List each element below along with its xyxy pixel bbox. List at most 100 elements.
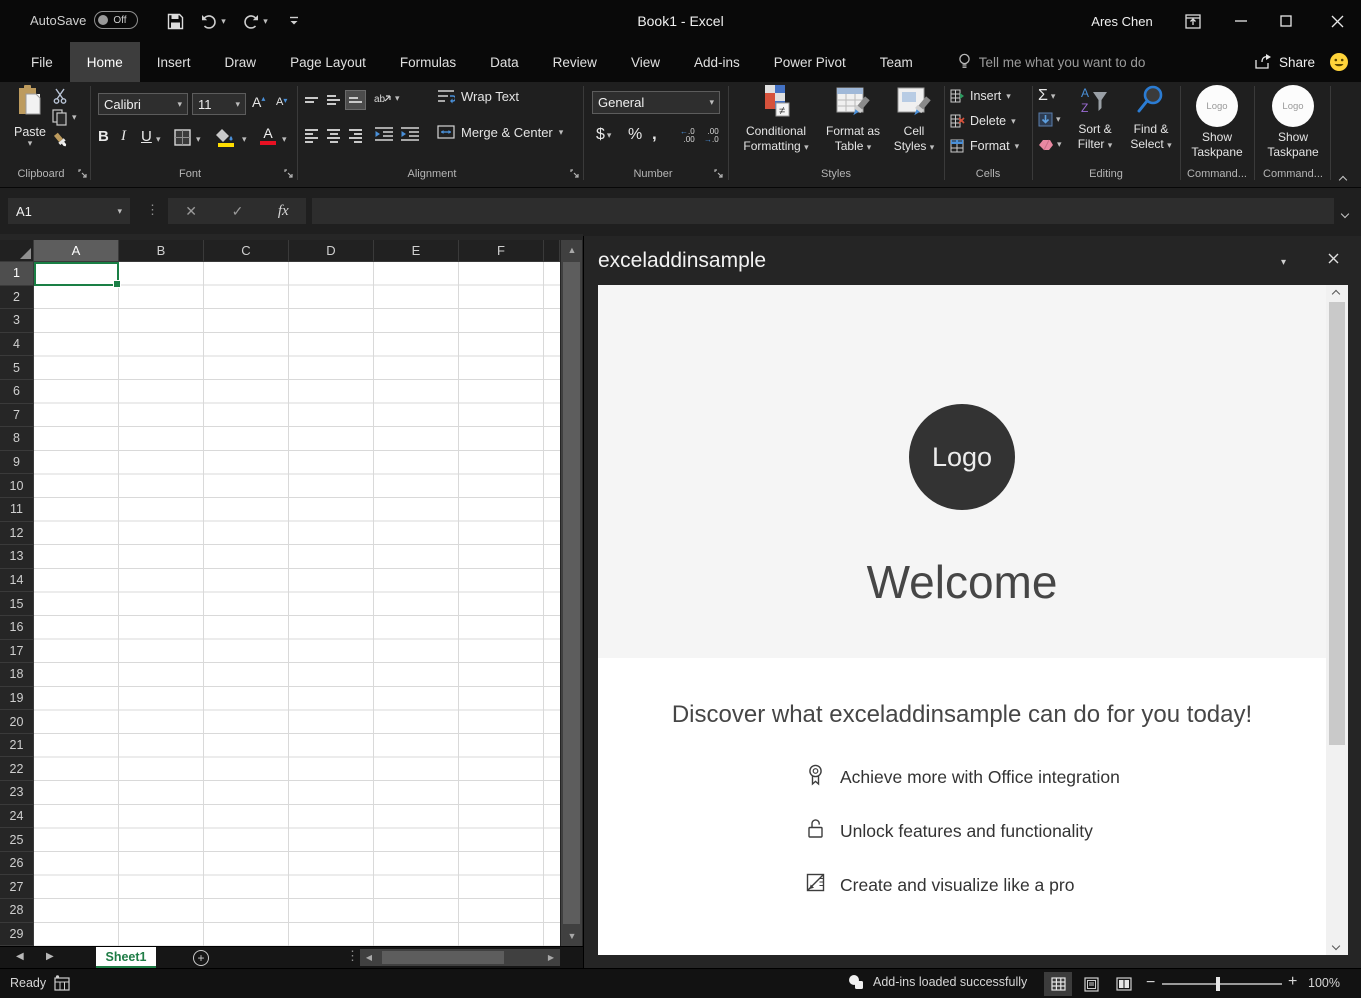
row-header-2[interactable]: 2: [0, 286, 34, 310]
autosum-dropdown-icon[interactable]: ▾: [1051, 92, 1056, 101]
page-break-view-button[interactable]: [1110, 972, 1138, 996]
row-header-23[interactable]: 23: [0, 781, 34, 805]
tab-formulas[interactable]: Formulas: [383, 42, 473, 82]
row-header-1[interactable]: 1: [0, 262, 34, 286]
row-header-10[interactable]: 10: [0, 474, 34, 498]
page-layout-view-button[interactable]: [1077, 972, 1105, 996]
row-header-7[interactable]: 7: [0, 404, 34, 428]
font-color-button[interactable]: A: [260, 126, 276, 145]
row-header-22[interactable]: 22: [0, 757, 34, 781]
fill-handle[interactable]: [113, 280, 121, 288]
clear-dropdown-icon[interactable]: ▾: [1057, 140, 1062, 149]
row-header-29[interactable]: 29: [0, 923, 34, 947]
increase-font-button[interactable]: A▴: [252, 94, 265, 110]
cut-button[interactable]: [52, 88, 69, 109]
autosave-toggle[interactable]: Off: [94, 11, 138, 29]
cell-styles-button[interactable]: Cell Styles ▾: [888, 84, 940, 154]
decrease-decimal-button[interactable]: .00→.0: [704, 128, 719, 144]
row-header-6[interactable]: 6: [0, 380, 34, 404]
format-painter-button[interactable]: [52, 132, 69, 154]
underline-dropdown-icon[interactable]: ▾: [156, 135, 161, 144]
macro-record-button[interactable]: [54, 975, 71, 994]
tab-page-layout[interactable]: Page Layout: [273, 42, 383, 82]
ribbon-display-options-button[interactable]: [1178, 0, 1208, 42]
insert-function-button[interactable]: fx: [278, 203, 289, 220]
column-header-f[interactable]: F: [459, 240, 544, 262]
clear-button[interactable]: ▾: [1038, 138, 1062, 151]
quick-access-toolbar-button[interactable]: [282, 0, 306, 42]
borders-dropdown-icon[interactable]: ▾: [196, 135, 201, 144]
formula-bar-resizer[interactable]: ⋮: [146, 202, 159, 218]
column-header-d[interactable]: D: [289, 240, 374, 262]
sort-filter-button[interactable]: AZ Sort & Filter ▾: [1066, 84, 1124, 152]
row-header-3[interactable]: 3: [0, 309, 34, 333]
font-color-dropdown-icon[interactable]: ▾: [282, 135, 287, 144]
row-header-15[interactable]: 15: [0, 592, 34, 616]
wrap-text-button[interactable]: Wrap Text: [437, 88, 519, 104]
show-taskpane-button-1[interactable]: Logo Show Taskpane: [1186, 85, 1248, 160]
underline-button[interactable]: U: [141, 128, 152, 145]
copy-button[interactable]: ▾: [52, 109, 77, 126]
scroll-down-icon[interactable]: ▼: [561, 926, 583, 946]
align-left-button[interactable]: [301, 126, 322, 146]
fill-button[interactable]: ▾: [1038, 112, 1061, 127]
undo-dropdown-icon[interactable]: ▾: [221, 17, 226, 26]
normal-view-button[interactable]: [1044, 972, 1072, 996]
number-format-combo[interactable]: General▾: [592, 91, 720, 114]
formula-input[interactable]: [312, 198, 1334, 224]
tab-add-ins[interactable]: Add-ins: [677, 42, 757, 82]
tab-view[interactable]: View: [614, 42, 677, 82]
paste-dropdown-icon[interactable]: ▾: [8, 139, 52, 148]
tab-home[interactable]: Home: [70, 42, 140, 82]
sheet-tab-sheet1[interactable]: Sheet1: [96, 947, 156, 968]
alignment-dialog-launcher[interactable]: [570, 169, 580, 179]
row-header-9[interactable]: 9: [0, 451, 34, 475]
row-header-5[interactable]: 5: [0, 356, 34, 380]
vertical-scrollbar-thumb[interactable]: [563, 262, 580, 924]
new-sheet-button[interactable]: +: [193, 950, 209, 966]
feedback-smiley-icon[interactable]: [1329, 52, 1349, 72]
autosum-button[interactable]: Σ ▾: [1038, 87, 1055, 105]
top-align-button[interactable]: [301, 90, 322, 110]
row-header-17[interactable]: 17: [0, 640, 34, 664]
scroll-right-icon[interactable]: ▶: [542, 949, 560, 966]
minimize-button[interactable]: [1226, 0, 1256, 42]
increase-indent-button[interactable]: [400, 126, 420, 147]
row-header-26[interactable]: 26: [0, 852, 34, 876]
task-pane-scrollbar-thumb[interactable]: [1329, 302, 1345, 745]
fill-color-button[interactable]: [216, 127, 238, 152]
row-header-13[interactable]: 13: [0, 545, 34, 569]
confirm-entry-button[interactable]: ✓: [232, 203, 244, 220]
increase-decimal-button[interactable]: ←.0.00: [680, 128, 695, 144]
insert-cells-button[interactable]: Insert▾: [950, 89, 1011, 103]
fill-dropdown-icon[interactable]: ▾: [1056, 115, 1061, 124]
conditional-formatting-button[interactable]: ≠ Conditional Formatting ▾: [735, 84, 817, 154]
row-header-25[interactable]: 25: [0, 828, 34, 852]
italic-button[interactable]: I: [121, 128, 126, 145]
tab-data[interactable]: Data: [473, 42, 536, 82]
bottom-align-button[interactable]: [345, 90, 366, 110]
column-header-c[interactable]: C: [204, 240, 289, 262]
merge-center-button[interactable]: Merge & Center ▾: [437, 124, 563, 140]
row-header-21[interactable]: 21: [0, 734, 34, 758]
row-header-24[interactable]: 24: [0, 805, 34, 829]
orientation-button[interactable]: ab ▾: [374, 90, 400, 106]
zoom-in-button[interactable]: +: [1288, 973, 1297, 991]
row-header-19[interactable]: 19: [0, 687, 34, 711]
previous-sheet-button[interactable]: ◀: [16, 951, 24, 962]
align-center-button[interactable]: [323, 126, 344, 146]
name-box[interactable]: A1 ▾: [8, 198, 130, 224]
autosave-control[interactable]: AutoSave Off: [30, 11, 138, 29]
tab-team[interactable]: Team: [863, 42, 930, 82]
save-button[interactable]: [160, 0, 190, 42]
tell-me-box[interactable]: Tell me what you want to do: [958, 42, 1146, 82]
sheet-options-button[interactable]: ⋮: [346, 948, 359, 964]
middle-align-button[interactable]: [323, 90, 344, 110]
tab-draw[interactable]: Draw: [208, 42, 274, 82]
format-as-table-button[interactable]: Format as Table ▾: [820, 84, 886, 154]
column-header-b[interactable]: B: [119, 240, 204, 262]
row-header-27[interactable]: 27: [0, 875, 34, 899]
task-pane-close-button[interactable]: [1328, 251, 1339, 269]
bold-button[interactable]: B: [98, 128, 109, 145]
comma-style-button[interactable]: ,: [652, 124, 657, 144]
